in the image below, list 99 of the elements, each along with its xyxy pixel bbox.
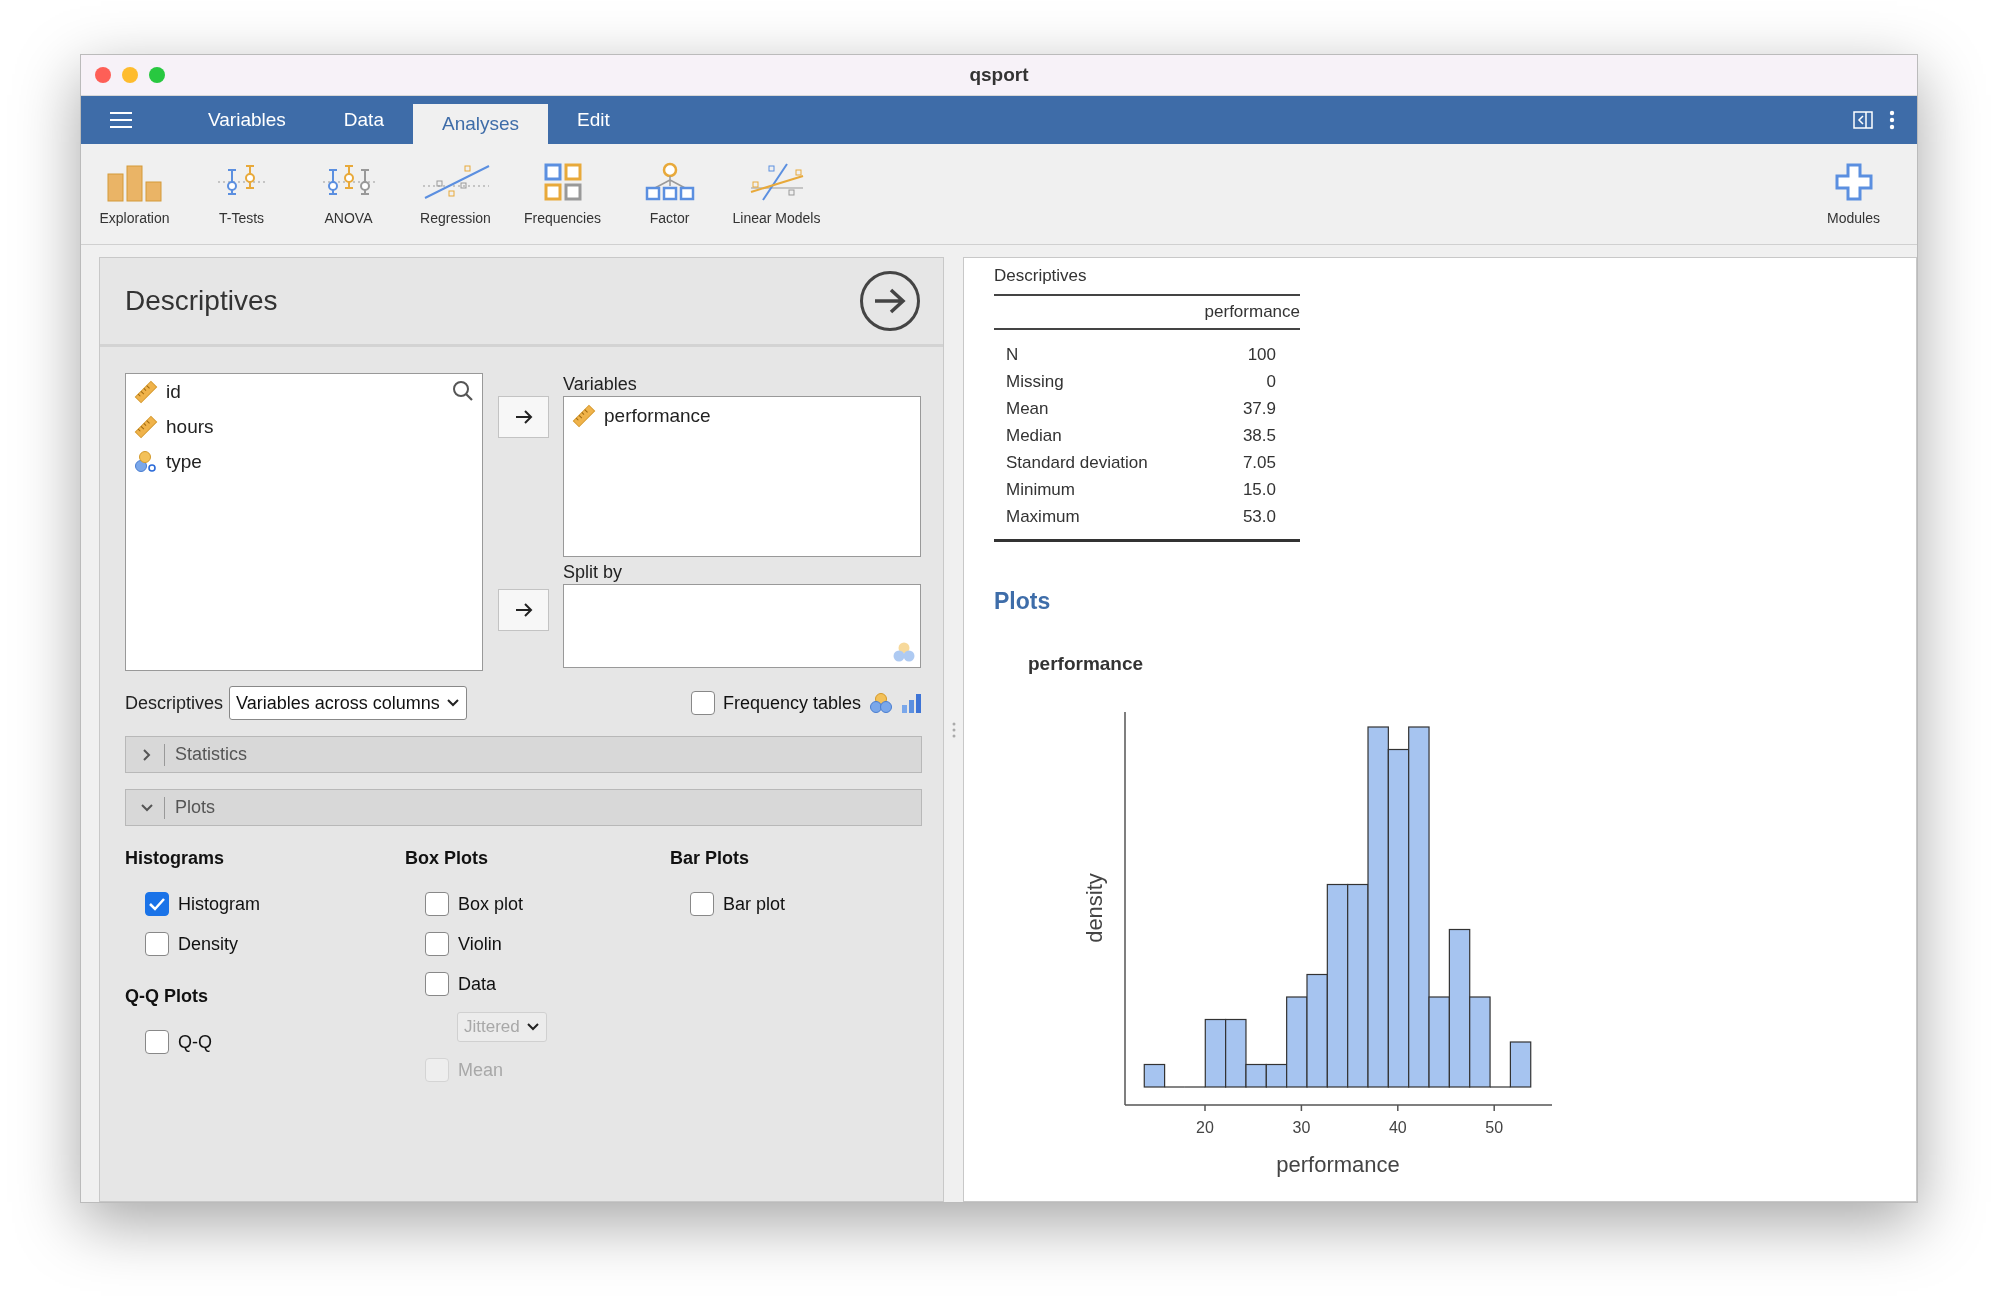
option-label: Descriptives xyxy=(125,692,224,714)
variable-item[interactable]: id xyxy=(166,381,181,403)
group-heading: Histograms xyxy=(125,848,226,870)
variable-item[interactable]: hours xyxy=(166,416,214,438)
checkbox-label: Mean xyxy=(458,1059,504,1081)
checkbox[interactable] xyxy=(145,892,169,916)
checkbox[interactable] xyxy=(425,892,449,916)
checkbox-label: Density xyxy=(178,933,239,955)
arrow-right-icon xyxy=(514,603,533,617)
checkbox-label: Violin xyxy=(458,933,502,955)
row-label: Missing xyxy=(1005,370,1065,393)
checkbox-label: Data xyxy=(458,973,497,995)
axis-label: density xyxy=(1082,873,1107,943)
move-button[interactable] xyxy=(498,396,549,438)
group-heading: Bar Plots xyxy=(670,848,751,870)
menu-icon xyxy=(110,112,132,128)
row-label: Standard deviation xyxy=(1005,451,1149,474)
circles-icon xyxy=(134,450,158,474)
arrow-right-icon xyxy=(514,410,533,424)
arrow-right-icon xyxy=(873,287,907,315)
tick-label: 50 xyxy=(1485,1119,1504,1136)
menu-tab[interactable]: Data xyxy=(314,96,413,144)
circles-icon xyxy=(892,641,916,663)
box-label: Variables xyxy=(563,373,638,396)
variable-item[interactable]: performance xyxy=(604,405,711,427)
window-title: qsport xyxy=(969,64,1029,86)
more-icon xyxy=(1889,110,1895,130)
group-heading: Box Plots xyxy=(405,848,489,870)
table-cell-text: 38.5 xyxy=(1241,424,1277,447)
bar-chart-icon xyxy=(106,162,163,202)
menu-tab[interactable]: Edit xyxy=(548,96,639,144)
descriptives-select[interactable]: Variables across columns xyxy=(229,686,467,720)
tick-label: 30 xyxy=(1292,1119,1311,1136)
drag-handle-icon[interactable] xyxy=(951,720,956,739)
collapse-panel-icon xyxy=(1853,111,1873,129)
checkbox-label: Histogram xyxy=(178,893,261,915)
more-options-button[interactable] xyxy=(1889,110,1895,130)
row-label: Minimum xyxy=(1005,478,1076,501)
table-cell-text: 0 xyxy=(1265,370,1277,393)
tick-label: 40 xyxy=(1388,1119,1407,1136)
row-label: Median xyxy=(1005,424,1063,447)
modules-button[interactable]: Modules xyxy=(1800,148,1907,240)
checkbox[interactable] xyxy=(425,972,449,996)
ribbon-button[interactable]: ANOVA xyxy=(295,148,402,240)
box-label: Split by xyxy=(563,561,624,584)
scatter-line-icon xyxy=(420,162,491,202)
menu-tab[interactable]: Analyses xyxy=(412,104,549,144)
grid-icon xyxy=(542,162,583,202)
axis-label: performance xyxy=(1276,1152,1400,1177)
chevron-down-icon xyxy=(525,1022,540,1032)
move-button[interactable] xyxy=(498,589,549,631)
row-label: Mean xyxy=(1005,397,1050,420)
row-label: Maximum xyxy=(994,503,1178,541)
ribbon-button[interactable]: Regression xyxy=(402,148,509,240)
plus-icon xyxy=(1833,162,1874,202)
close-button[interactable] xyxy=(95,67,111,83)
checkbox[interactable] xyxy=(690,691,715,715)
checkbox-label: Box plot xyxy=(458,893,524,915)
table-cell: 53.0 xyxy=(1177,503,1300,541)
analysis-title: Descriptives xyxy=(125,285,278,317)
search-icon[interactable] xyxy=(452,380,474,402)
checkbox-label: Bar plot xyxy=(723,893,786,915)
checkmark-icon xyxy=(148,897,166,911)
checkbox[interactable] xyxy=(690,892,714,916)
ribbon-button[interactable]: Linear Models xyxy=(723,148,830,240)
row-label: N xyxy=(994,329,1178,368)
tick-label: 20 xyxy=(1196,1119,1214,1136)
split-by-box[interactable] xyxy=(563,584,921,668)
section-header[interactable]: Plots xyxy=(125,789,922,826)
checkbox[interactable] xyxy=(145,1030,169,1054)
hierarchy-icon xyxy=(644,162,695,202)
checkbox[interactable] xyxy=(425,932,449,956)
table-cell-text: 15.0 xyxy=(1241,478,1277,501)
group-heading: Q-Q Plots xyxy=(125,986,209,1008)
circles-icon xyxy=(869,692,893,714)
menu-tab[interactable]: Variables xyxy=(179,96,315,144)
ribbon-button[interactable]: Factor xyxy=(616,148,723,240)
checkbox-label: Q-Q xyxy=(178,1031,212,1053)
checkbox[interactable] xyxy=(145,932,169,956)
section-header[interactable]: Statistics xyxy=(125,736,922,773)
variable-list[interactable]: id hours type xyxy=(125,373,483,671)
chevron-down-icon xyxy=(445,698,460,708)
variable-item[interactable]: type xyxy=(166,451,202,473)
table-cell-text: 7.05 xyxy=(1241,451,1277,474)
panel-toggle-button[interactable] xyxy=(1853,111,1873,129)
column-header: performance xyxy=(1177,295,1300,329)
bar-chart-icon xyxy=(901,692,923,714)
checkbox-label: Frequency tables xyxy=(722,692,861,714)
table-cell-text: 37.9 xyxy=(1241,397,1277,420)
run-button[interactable] xyxy=(860,271,920,331)
maximize-button[interactable] xyxy=(149,67,165,83)
section-heading: Plots xyxy=(994,588,1052,615)
ribbon-button[interactable]: Frequencies xyxy=(509,148,616,240)
variables-box[interactable]: performance xyxy=(563,396,921,557)
ribbon-button[interactable]: T-Tests xyxy=(188,148,295,240)
plot-title: performance xyxy=(1028,653,1144,675)
table-cell: 100 xyxy=(1177,329,1300,368)
ribbon-button[interactable]: Exploration xyxy=(81,148,188,240)
table-title: Descriptives xyxy=(994,266,1088,286)
